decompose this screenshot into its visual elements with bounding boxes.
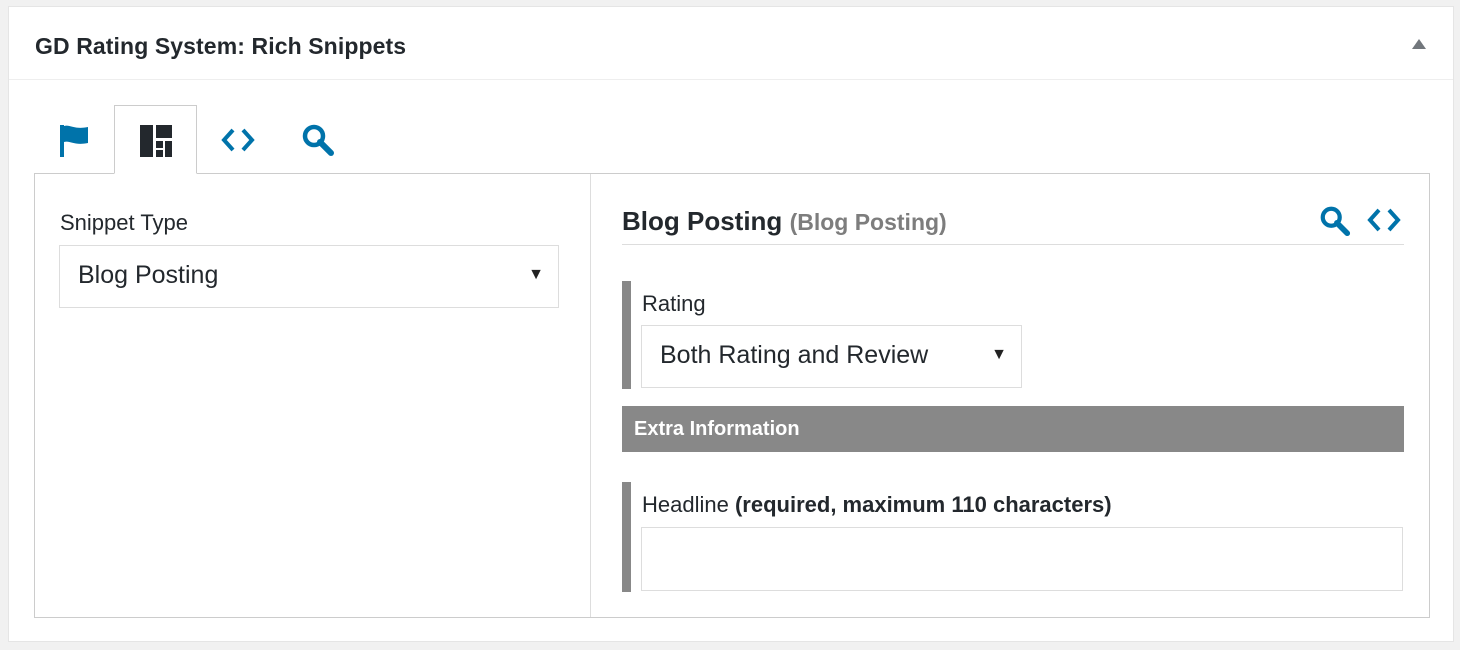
postbox-header: GD Rating System: Rich Snippets — [9, 7, 1453, 80]
layout-grid-icon — [140, 125, 172, 157]
collapse-toggle-button[interactable] — [1411, 37, 1427, 51]
flag-icon — [60, 125, 88, 157]
view-code-button[interactable] — [1367, 207, 1401, 238]
headline-label-text: Headline — [642, 492, 729, 517]
snippet-subtitle: (Blog Posting) — [789, 209, 947, 235]
search-icon — [1320, 206, 1351, 237]
preview-search-button[interactable] — [1319, 205, 1351, 242]
snippet-type-value: Blog Posting — [78, 261, 219, 289]
postbox-title: GD Rating System: Rich Snippets — [35, 33, 407, 59]
tab-layout[interactable] — [114, 105, 197, 174]
tab-search[interactable] — [294, 105, 344, 174]
left-column: Snippet Type Blog Posting ▼ — [35, 174, 591, 617]
tab-panel: Snippet Type Blog Posting ▼ Blog Posting… — [34, 173, 1430, 618]
search-icon — [302, 124, 334, 156]
headline-field-group: Headline (required, maximum 110 characte… — [622, 482, 1404, 592]
right-column: Blog Posting (Blog Posting) Rating Both … — [592, 174, 1429, 617]
rating-value: Both Rating and Review — [660, 341, 929, 369]
headline-input[interactable] — [641, 527, 1403, 591]
rating-select[interactable]: Both Rating and Review ▼ — [641, 325, 1022, 388]
snippet-type-label: Snippet Type — [60, 210, 189, 235]
section-title: Extra Information — [634, 418, 800, 440]
rating-field-group: Rating Both Rating and Review ▼ — [622, 281, 1022, 389]
extra-information-section: Extra Information — [622, 406, 1404, 452]
dropdown-arrow-icon: ▼ — [528, 266, 544, 283]
dropdown-arrow-icon: ▼ — [991, 346, 1007, 363]
snippet-title: Blog Posting (Blog Posting) — [622, 206, 947, 237]
rating-label: Rating — [642, 291, 706, 316]
code-icon — [221, 128, 255, 152]
snippet-title-text: Blog Posting — [622, 206, 783, 236]
snippet-header: Blog Posting (Blog Posting) — [622, 203, 1404, 245]
snippet-type-select[interactable]: Blog Posting ▼ — [59, 245, 559, 308]
headline-note: (required, maximum 110 characters) — [734, 492, 1112, 517]
headline-label: Headline (required, maximum 110 characte… — [642, 492, 1112, 518]
triangle-up-icon — [1412, 39, 1426, 49]
tab-code[interactable] — [214, 105, 264, 174]
code-icon — [1367, 208, 1401, 232]
rich-snippets-postbox: GD Rating System: Rich Snippets Snippet … — [8, 6, 1454, 642]
tab-flag[interactable] — [49, 105, 99, 174]
